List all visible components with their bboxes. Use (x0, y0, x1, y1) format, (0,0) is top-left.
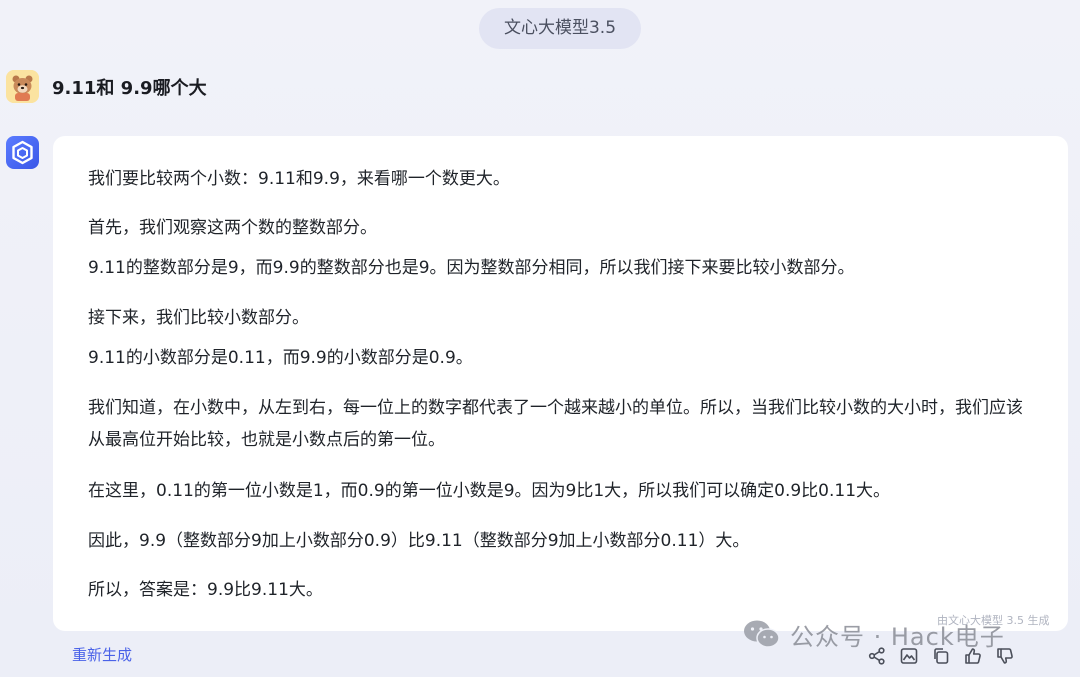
thumbs-up-icon (965, 648, 981, 664)
share-button[interactable] (864, 643, 890, 669)
answer-paragraph: 首先，我们观察这两个数的整数部分。 (88, 218, 377, 238)
thumbs-down-button[interactable] (992, 643, 1018, 669)
wechat-icon (744, 620, 780, 648)
cube-logo-icon (12, 140, 33, 165)
image-icon (900, 648, 918, 664)
copy-icon (934, 648, 949, 664)
thumbs-up-button[interactable] (960, 643, 986, 669)
answer-actions (864, 643, 1018, 669)
thumbs-down-icon (997, 648, 1013, 664)
answer-paragraph: 所以，答案是：9.9比9.11大。 (88, 580, 323, 600)
user-avatar (6, 70, 39, 103)
answer-paragraph: 接下来，我们比较小数部分。 (88, 308, 309, 328)
copy-button[interactable] (928, 643, 954, 669)
chat-page: 文心大模型3.5 9.11和 9.9哪个大 我们要比较两个小数：9.11和9.9… (0, 0, 1080, 677)
regenerate-button[interactable]: 重新生成 (72, 645, 132, 665)
answer-paragraph: 我们要比较两个小数：9.11和9.9，来看哪一个数更大。 (88, 169, 510, 189)
image-button[interactable] (896, 643, 922, 669)
answer-paragraph: 我们知道，在小数中，从左到右，每一位上的数字都代表了一个越来越小的单位。所以，当… (88, 398, 1023, 450)
bear-avatar-icon (6, 70, 39, 103)
answer-paragraph: 在这里，0.11的第一位小数是1，而0.9的第一位小数是9。因为9比1大，所以我… (88, 481, 891, 501)
model-label[interactable]: 文心大模型3.5 (479, 8, 641, 49)
answer-card: 我们要比较两个小数：9.11和9.9，来看哪一个数更大。 首先，我们观察这两个数… (53, 136, 1068, 631)
answer-paragraph: 9.11的整数部分是9，而9.9的整数部分也是9。因为整数部分相同，所以我们接下… (88, 258, 855, 278)
bot-avatar (6, 136, 39, 169)
answer-paragraph: 9.11的小数部分是0.11，而9.9的小数部分是0.9。 (88, 348, 473, 368)
user-question: 9.11和 9.9哪个大 (52, 78, 207, 99)
share-icon (868, 647, 885, 665)
answer-paragraph: 因此，9.9（整数部分9加上小数部分0.9）比9.11（整数部分9加上小数部分0… (88, 531, 750, 551)
